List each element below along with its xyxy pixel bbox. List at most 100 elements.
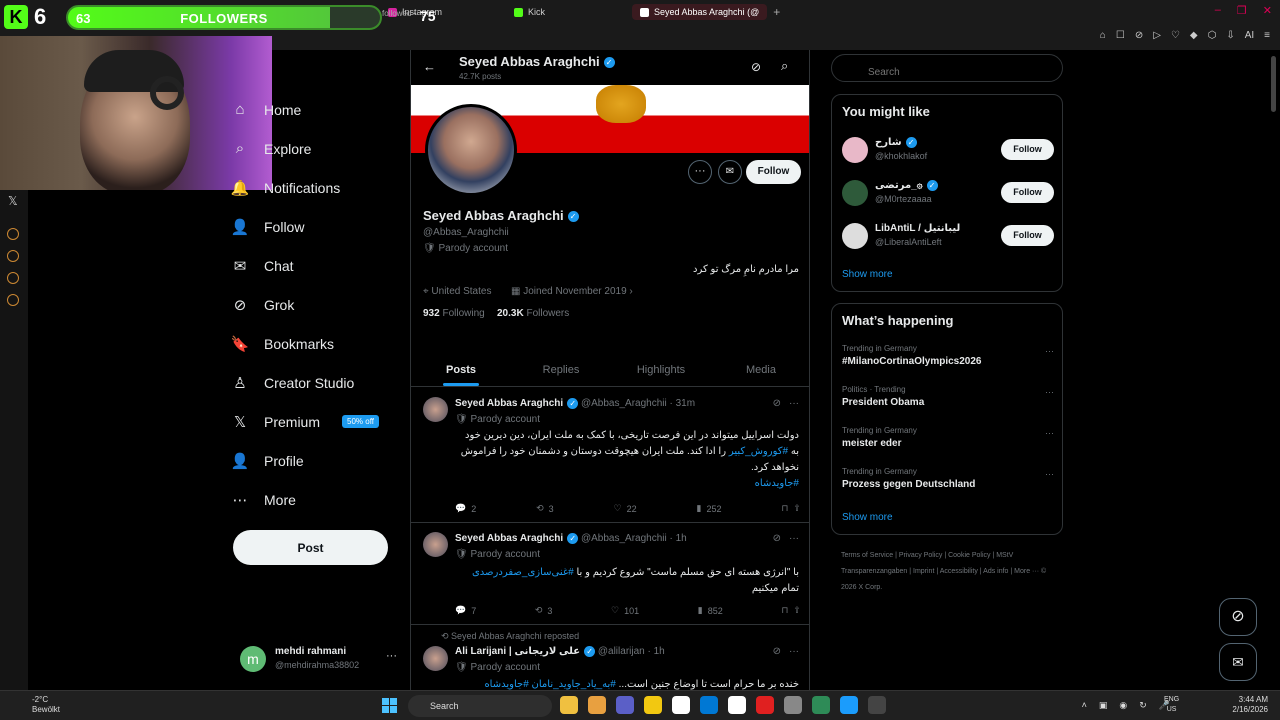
tab-highlights[interactable]: Highlights (611, 355, 711, 386)
suggestion-item[interactable]: LibAntiL / لیبانتیل @LiberalAntiLeft Fol… (842, 221, 1054, 251)
more-icon[interactable]: ··· (1045, 428, 1054, 438)
nav-item-chat[interactable]: ✉ Chat (230, 246, 400, 285)
taskbar-app-icon[interactable] (812, 696, 830, 714)
scrollbar[interactable] (1271, 56, 1276, 112)
more-icon[interactable]: ··· (386, 650, 397, 662)
following-link[interactable]: 932 Following (423, 308, 485, 319)
sidebar-settings-icon[interactable] (7, 294, 19, 306)
views-button[interactable]: ▮ 252 (697, 503, 722, 514)
nav-item-follow[interactable]: 👤 Follow (230, 207, 400, 246)
tweet[interactable]: ⟲ Seyed Abbas Araghchi reposted Ali Lari… (411, 625, 809, 690)
search-input[interactable] (831, 54, 1063, 82)
tab-media[interactable]: Media (711, 355, 809, 386)
avatar[interactable] (842, 223, 868, 249)
clock[interactable]: 3:44 AM 2/16/2026 (1226, 695, 1268, 715)
nav-item-profile[interactable]: 👤 Profile (230, 441, 400, 480)
close-button[interactable]: ✕ (1263, 4, 1272, 17)
search-icon[interactable]: ⌕ (781, 58, 788, 74)
profile-avatar[interactable] (425, 104, 517, 196)
home-icon[interactable]: ⌂ (1100, 30, 1106, 41)
nav-item-grok[interactable]: ⊘ Grok (230, 285, 400, 324)
ai-icon[interactable]: AI (1245, 30, 1254, 41)
nav-item-premium[interactable]: 𝕏 Premium 50% off (230, 402, 400, 441)
grok-icon[interactable]: ⊘ (773, 398, 781, 409)
nav-item-notifications[interactable]: 🔔 Notifications (230, 168, 400, 207)
more-icon[interactable]: ··· (789, 646, 799, 657)
like-button[interactable]: ♡ 101 (611, 605, 639, 616)
more-icon[interactable]: ··· (1045, 469, 1054, 479)
more-icon[interactable]: ··· (1045, 387, 1054, 397)
account-switcher[interactable]: m mehdi rahmani @mehdirahma38802 ··· (240, 644, 400, 674)
taskbar-app-icon[interactable] (868, 696, 886, 714)
nav-item-explore[interactable]: ⌕ Explore (230, 129, 400, 168)
hashtag-link[interactable]: #به_یاد_جاوید_نامان #جاویدشاه (484, 679, 615, 690)
bookmark-button[interactable]: ⊓ ⇪ (781, 605, 801, 616)
nav-item-creator-studio[interactable]: ♙ Creator Studio (230, 363, 400, 402)
follow-button[interactable]: Follow (746, 160, 801, 184)
play-icon[interactable]: ▷ (1153, 30, 1161, 41)
reply-button[interactable]: 💬 2 (455, 503, 476, 514)
menu-icon[interactable]: ≡ (1264, 30, 1270, 41)
tweet[interactable]: Seyed Abbas Araghchi ✓ @Abbas_Araghchii ·… (411, 523, 809, 625)
follow-button[interactable]: Follow (1001, 182, 1054, 203)
avatar[interactable] (842, 180, 868, 206)
more-icon[interactable]: ··· (789, 533, 799, 544)
tab-posts[interactable]: Posts (411, 355, 511, 386)
taskbar-app-icon[interactable] (672, 696, 690, 714)
download-icon[interactable]: ⇩ (1226, 30, 1234, 41)
hashtag-link[interactable]: #جاویدشاه (755, 478, 799, 489)
controller-icon[interactable]: ◉ (1119, 700, 1127, 711)
taskbar-app-icon[interactable] (588, 696, 606, 714)
footer-links[interactable]: Terms of Service | Privacy Policy | Cook… (841, 548, 1063, 596)
trend-item[interactable]: Trending in Germany #MilanoCortinaOlympi… (842, 344, 1054, 367)
grok-icon[interactable]: ⊘ (773, 646, 781, 657)
weather-widget[interactable]: -2°C Bewölkt (32, 695, 60, 715)
chevron-up-icon[interactable]: ˄ (1082, 700, 1087, 711)
like-button[interactable]: ♡ 22 (614, 503, 637, 514)
block-icon[interactable]: ⊘ (1135, 30, 1143, 41)
repost-button[interactable]: ⟲ 3 (535, 605, 553, 616)
taskbar-app-icon[interactable] (784, 696, 802, 714)
trend-item[interactable]: Trending in Germany meister eder ··· (842, 426, 1054, 449)
share-icon[interactable]: ⇪ (793, 605, 801, 616)
minimize-button[interactable]: – (1215, 4, 1221, 17)
hashtag-link[interactable]: #کوروش_کبیر (729, 446, 788, 457)
nav-item-more[interactable]: ⋯ More (230, 480, 400, 519)
trend-item[interactable]: Trending in Germany Prozess gegen Deutsc… (842, 467, 1054, 490)
tweet-avatar[interactable] (423, 646, 448, 671)
grok-icon[interactable]: ⊘ (773, 533, 781, 544)
show-more-link[interactable]: Show more (842, 512, 893, 523)
messages-float-button[interactable]: ✉ (1219, 643, 1257, 681)
back-arrow-icon[interactable]: ← (423, 59, 436, 74)
more-icon[interactable]: ··· (789, 398, 799, 409)
bookmark-button[interactable]: ⊓ ⇪ (781, 503, 801, 514)
taskbar-app-icon[interactable] (728, 696, 746, 714)
more-options-button[interactable]: ··· (688, 160, 712, 184)
nav-item-home[interactable]: ⌂ Home (230, 90, 400, 129)
start-button[interactable] (382, 698, 397, 713)
tweet-author[interactable]: Seyed Abbas Araghchi ✓ @Abbas_Araghchii ·… (455, 398, 695, 409)
taskbar-app-icon[interactable] (616, 696, 634, 714)
taskbar-app-icon[interactable] (700, 696, 718, 714)
tab-icon[interactable]: ☐ (1116, 30, 1125, 41)
share-icon[interactable]: ⇪ (793, 503, 801, 514)
more-icon[interactable]: ··· (1045, 346, 1054, 356)
followers-link[interactable]: 20.3K Followers (497, 308, 569, 319)
tab-replies[interactable]: Replies (511, 355, 611, 386)
follow-button[interactable]: Follow (1001, 139, 1054, 160)
message-button[interactable]: ✉ (718, 160, 742, 184)
sidebar-circle-icon[interactable] (7, 228, 19, 240)
puzzle-icon[interactable]: ⬡ (1208, 30, 1217, 41)
follow-button[interactable]: Follow (1001, 225, 1054, 246)
hashtag-link[interactable]: #غنی‌سازی_صفردرصدی (472, 567, 574, 578)
tweet-avatar[interactable] (423, 397, 448, 422)
tab-x-profile[interactable]: Seyed Abbas Araghchi (@ (632, 4, 768, 20)
repost-button[interactable]: ⟲ 3 (536, 503, 554, 514)
sync-icon[interactable]: ↻ (1139, 700, 1147, 711)
nav-item-bookmarks[interactable]: 🔖 Bookmarks (230, 324, 400, 363)
sidebar-clock-icon[interactable] (7, 250, 19, 262)
sidebar-chat-icon[interactable] (7, 272, 19, 284)
heart-icon[interactable]: ♡ (1171, 30, 1180, 41)
show-more-link[interactable]: Show more (842, 269, 893, 280)
tweet-avatar[interactable] (423, 532, 448, 557)
